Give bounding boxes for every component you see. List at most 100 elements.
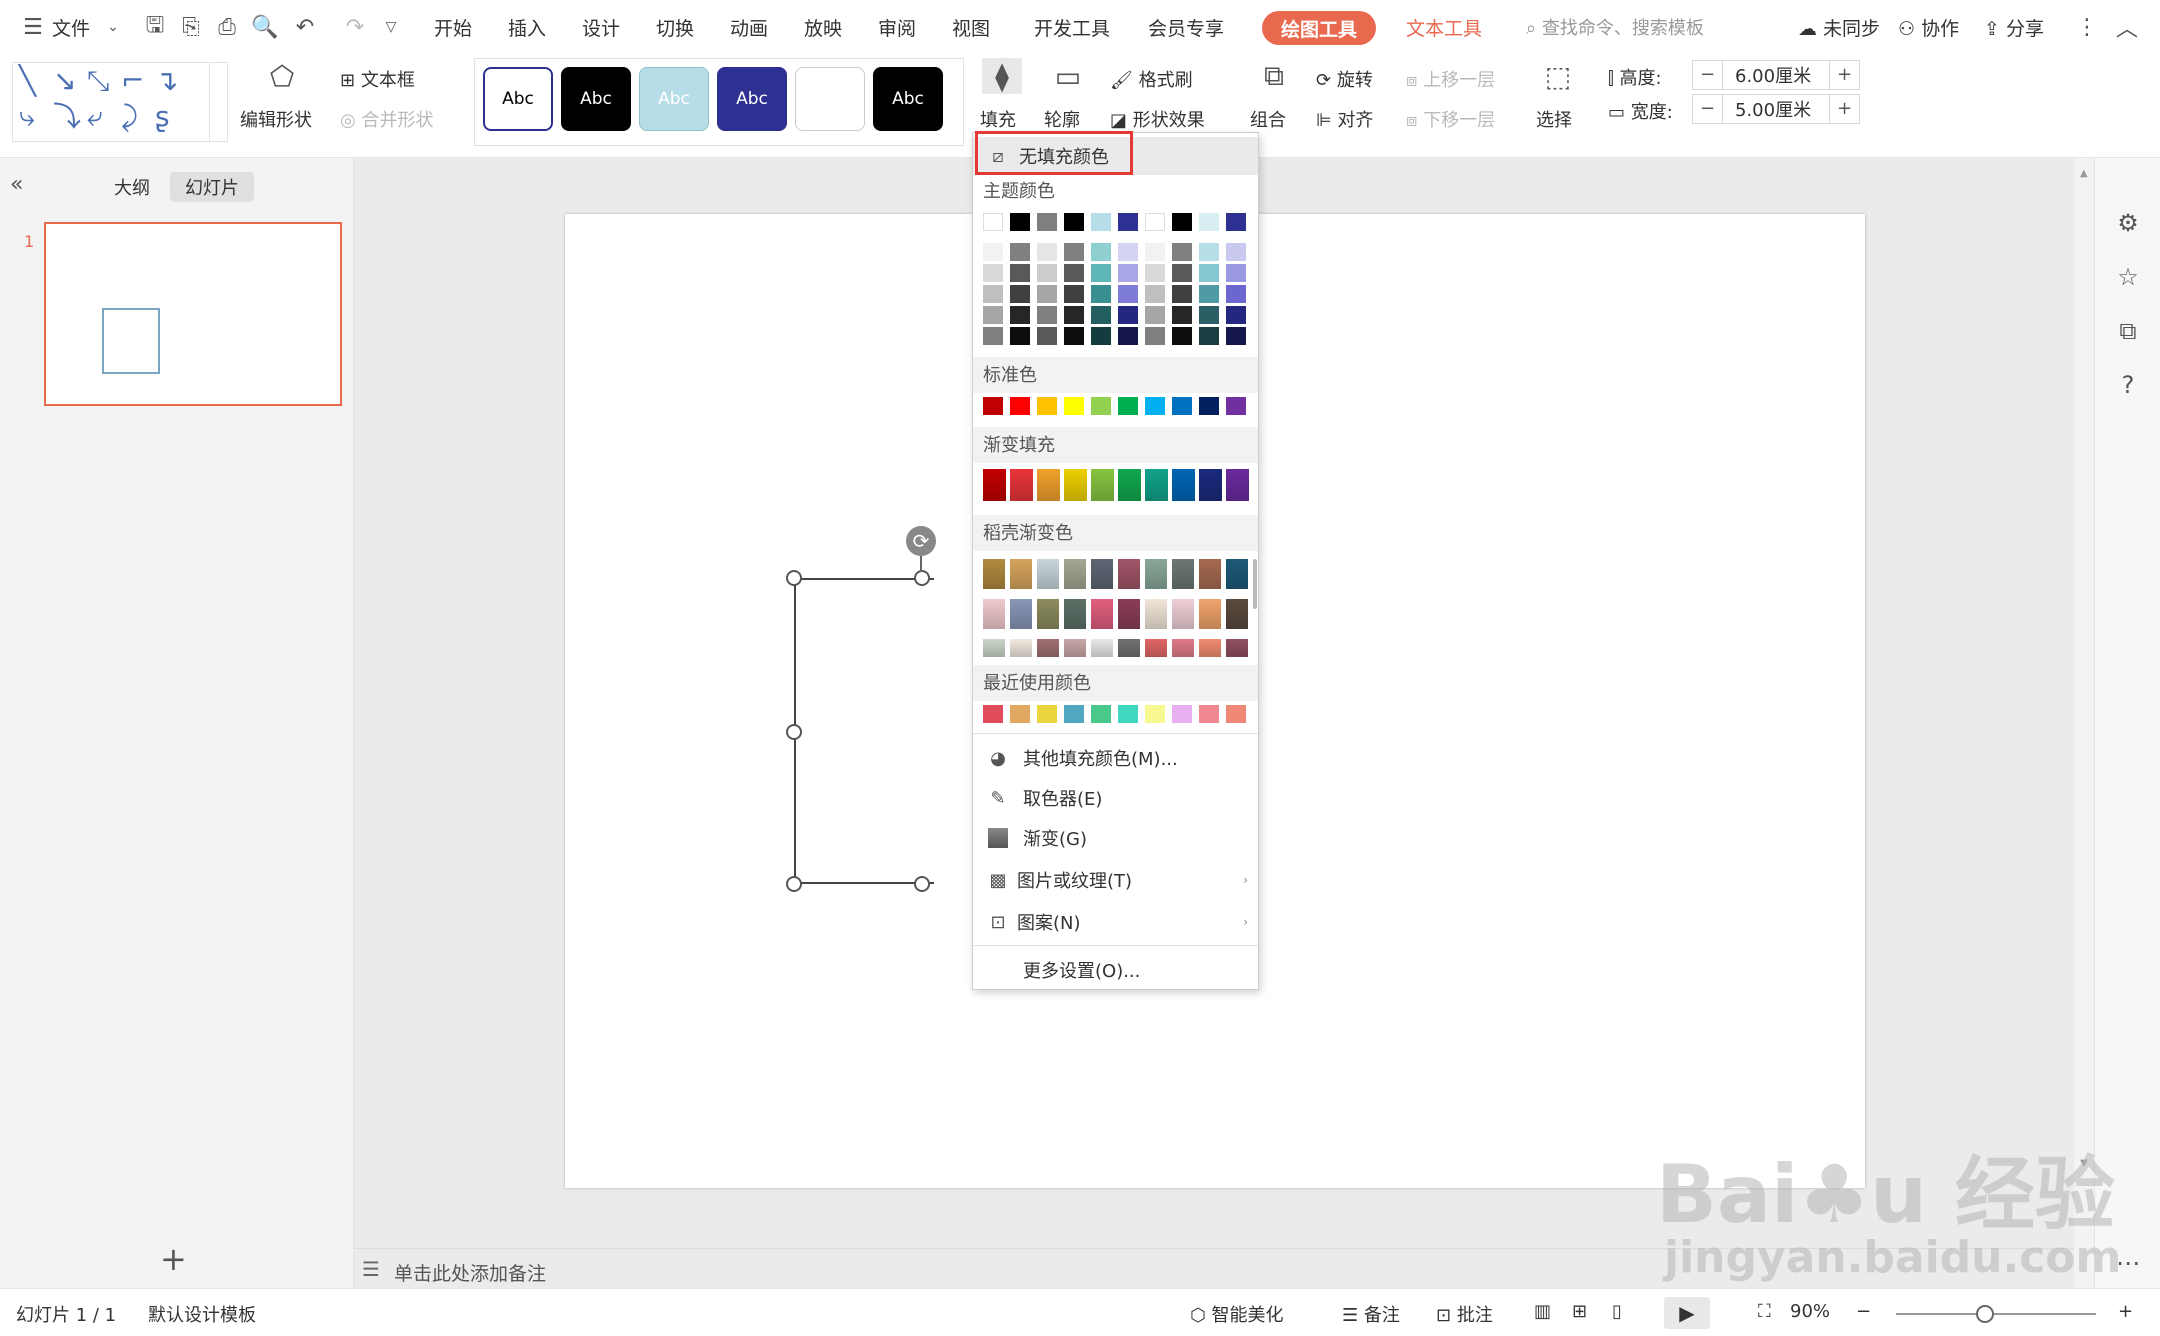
- slide-switch-icon[interactable]: ⧉: [2113, 316, 2143, 346]
- reading-view-icon[interactable]: ▯: [1612, 1301, 1622, 1322]
- undo-icon[interactable]: ↶: [290, 12, 320, 42]
- standard-color-swatch[interactable]: [1226, 397, 1246, 415]
- elbow-double-icon[interactable]: ⤷: [19, 103, 35, 131]
- theme-color-tint-swatch[interactable]: [983, 285, 1003, 303]
- docer-gradient-swatch[interactable]: [1172, 559, 1194, 589]
- theme-color-tint-swatch[interactable]: [1010, 285, 1030, 303]
- theme-color-tint-swatch[interactable]: [1037, 264, 1057, 282]
- docer-gradient-swatch[interactable]: [983, 599, 1005, 629]
- theme-color-tint-swatch[interactable]: [1037, 243, 1057, 261]
- tab-insert[interactable]: 插入: [508, 14, 546, 41]
- theme-color-swatch[interactable]: [1037, 213, 1057, 231]
- style-swatch-5[interactable]: [795, 67, 865, 131]
- selected-shape[interactable]: [794, 578, 934, 884]
- docer-gradient-swatch[interactable]: [1226, 599, 1248, 629]
- more-fill-colors-option[interactable]: ◕ 其他填充颜色(M)...: [973, 739, 1258, 777]
- docer-gradient-swatch[interactable]: [1145, 639, 1167, 657]
- height-stepper[interactable]: − 6.00厘米 +: [1692, 60, 1860, 90]
- theme-color-swatch[interactable]: [1199, 213, 1219, 231]
- theme-color-tint-swatch[interactable]: [1010, 264, 1030, 282]
- gradient-fill-swatch[interactable]: [1145, 469, 1168, 501]
- pattern-option[interactable]: ⊡ 图案(N) ›: [973, 903, 1258, 941]
- scroll-up-icon[interactable]: ▲: [2080, 168, 2088, 179]
- select-icon[interactable]: ⬚: [1538, 58, 1578, 94]
- docer-gradient-swatch[interactable]: [1172, 599, 1194, 629]
- theme-color-swatch[interactable]: [1091, 213, 1111, 231]
- tab-member[interactable]: 会员专享: [1148, 14, 1224, 41]
- theme-color-swatch[interactable]: [1064, 213, 1084, 231]
- docer-gradient-swatch[interactable]: [1010, 559, 1032, 589]
- gradient-fill-swatch[interactable]: [1091, 469, 1114, 501]
- align-button[interactable]: ⊫ 对齐: [1316, 106, 1373, 132]
- theme-color-tint-swatch[interactable]: [1118, 285, 1138, 303]
- standard-color-swatch[interactable]: [1091, 397, 1111, 415]
- line-icon[interactable]: ╲: [19, 67, 36, 95]
- tab-slides[interactable]: 幻灯片: [170, 172, 254, 202]
- standard-color-swatch[interactable]: [1037, 397, 1057, 415]
- standard-color-swatch[interactable]: [1172, 397, 1192, 415]
- theme-color-tint-swatch[interactable]: [1037, 306, 1057, 324]
- gradient-fill-swatch[interactable]: [1037, 469, 1060, 501]
- theme-color-tint-swatch[interactable]: [983, 327, 1003, 345]
- fill-bucket-icon[interactable]: ⧫: [982, 58, 1022, 94]
- recent-color-swatch[interactable]: [1199, 705, 1219, 723]
- merge-shape-button[interactable]: ◎ 合并形状: [340, 106, 433, 132]
- standard-color-swatch[interactable]: [983, 397, 1003, 415]
- shape-gallery[interactable]: ╲ ↘ ⤡ ⌐ ↴ ⤷ ⤵ ⤶ ⤸ ʂ: [12, 62, 228, 142]
- width-minus-button[interactable]: −: [1693, 95, 1723, 123]
- animation-icon[interactable]: ☆: [2113, 262, 2143, 292]
- zoom-in-icon[interactable]: +: [2118, 1301, 2133, 1322]
- outline-icon[interactable]: ▭: [1048, 58, 1088, 94]
- picture-texture-option[interactable]: ▩ 图片或纹理(T) ›: [973, 861, 1258, 899]
- quick-access-dropdown-icon[interactable]: ▽: [376, 12, 406, 42]
- save-icon[interactable]: 🖫: [140, 12, 170, 42]
- group-button[interactable]: 组合: [1250, 106, 1286, 132]
- arrow-line-icon[interactable]: ↘: [53, 67, 76, 95]
- docer-gradient-swatch[interactable]: [1118, 599, 1140, 629]
- docer-gradient-swatch[interactable]: [1037, 599, 1059, 629]
- theme-color-tint-swatch[interactable]: [1010, 243, 1030, 261]
- docer-gradient-swatch[interactable]: [983, 639, 1005, 657]
- notes-toggle[interactable]: ☰ 备注: [1342, 1301, 1400, 1327]
- docer-gradient-swatch[interactable]: [1010, 599, 1032, 629]
- print-preview-icon[interactable]: 🔍: [250, 12, 280, 42]
- bring-forward-button[interactable]: ⧈ 上移一层: [1406, 66, 1495, 92]
- gradient-option[interactable]: 渐变(G): [973, 819, 1258, 857]
- style-swatch-1[interactable]: Abc: [483, 67, 553, 131]
- eyedropper-option[interactable]: ✎ 取色器(E): [973, 779, 1258, 817]
- height-minus-button[interactable]: −: [1693, 61, 1723, 89]
- send-backward-button[interactable]: ⧈ 下移一层: [1406, 106, 1495, 132]
- theme-color-tint-swatch[interactable]: [1118, 306, 1138, 324]
- theme-color-tint-swatch[interactable]: [983, 306, 1003, 324]
- outline-button[interactable]: 轮廓: [1044, 106, 1080, 132]
- theme-color-tint-swatch[interactable]: [1226, 264, 1246, 282]
- docer-gradient-swatch[interactable]: [1064, 639, 1086, 657]
- theme-color-tint-swatch[interactable]: [1064, 306, 1084, 324]
- theme-color-tint-swatch[interactable]: [1118, 264, 1138, 282]
- gradient-fill-swatch[interactable]: [1010, 469, 1033, 501]
- format-painter-button[interactable]: 🖌 格式刷: [1110, 66, 1193, 92]
- tab-drawing-tools[interactable]: 绘图工具: [1262, 11, 1376, 45]
- recent-color-swatch[interactable]: [1091, 705, 1111, 723]
- zoom-slider-thumb[interactable]: [1976, 1305, 1994, 1323]
- theme-color-tint-swatch[interactable]: [1199, 264, 1219, 282]
- tab-review[interactable]: 审阅: [878, 14, 916, 41]
- docer-gradient-swatch[interactable]: [1010, 639, 1032, 657]
- elbow-connector-icon[interactable]: ⌐: [121, 67, 144, 95]
- sorter-view-icon[interactable]: ⊞: [1572, 1301, 1587, 1322]
- theme-color-tint-swatch[interactable]: [1118, 327, 1138, 345]
- docer-gradient-swatch[interactable]: [1064, 559, 1086, 589]
- theme-color-tint-swatch[interactable]: [1226, 285, 1246, 303]
- standard-color-swatch[interactable]: [1145, 397, 1165, 415]
- theme-color-tint-swatch[interactable]: [1172, 306, 1192, 324]
- theme-color-tint-swatch[interactable]: [1010, 306, 1030, 324]
- share-button[interactable]: ⇪ 分享: [1984, 14, 2044, 41]
- theme-color-tint-swatch[interactable]: [1145, 306, 1165, 324]
- gallery-scroll[interactable]: [209, 63, 227, 141]
- style-swatch-2[interactable]: Abc: [561, 67, 631, 131]
- fit-window-icon[interactable]: ⛶: [1758, 1301, 1771, 1322]
- docer-gradient-swatch[interactable]: [1226, 639, 1248, 657]
- standard-color-swatch[interactable]: [1064, 397, 1084, 415]
- gradient-fill-swatch[interactable]: [1064, 469, 1087, 501]
- template-name[interactable]: 默认设计模板: [148, 1301, 256, 1327]
